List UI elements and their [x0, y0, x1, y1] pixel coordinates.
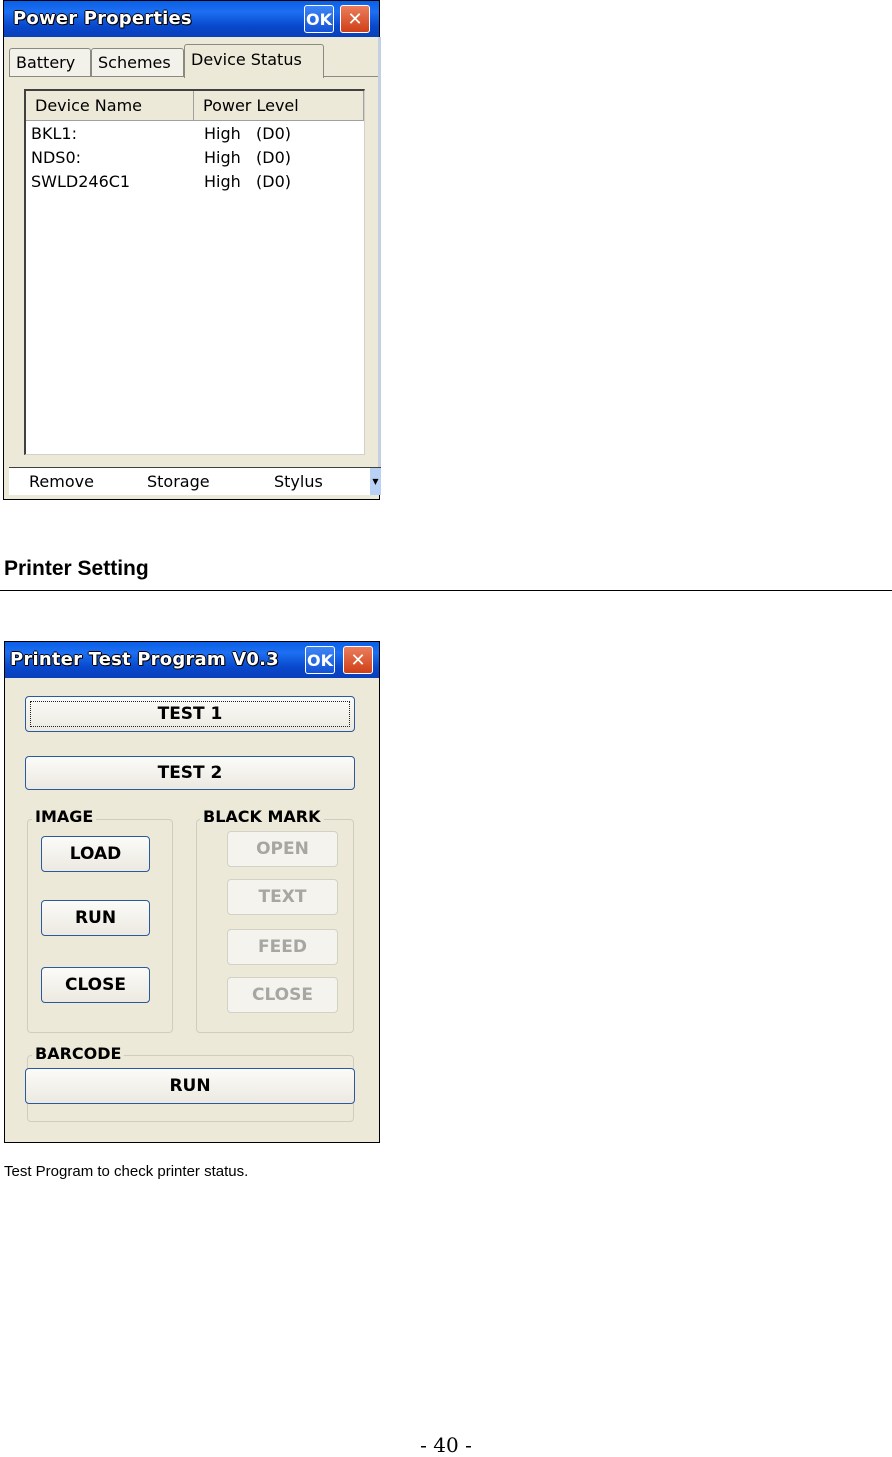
column-header-device-name[interactable]: Device Name [26, 91, 194, 120]
power-level: High (D0) [204, 124, 292, 143]
heading-divider [0, 590, 892, 591]
page-number: - 40 - [420, 1433, 472, 1457]
printer-test-window: Printer Test Program V0.3 OK ✕ TEST 1 TE… [4, 641, 380, 1143]
tab-label: Schemes [98, 53, 171, 72]
black-mark-open-button[interactable]: OPEN [227, 831, 338, 867]
black-mark-feed-button[interactable]: FEED [227, 929, 338, 965]
black-mark-text-button[interactable]: TEXT [227, 879, 338, 915]
ok-button[interactable]: OK [304, 5, 334, 33]
tab-battery[interactable]: Battery [9, 48, 91, 76]
window-title: Power Properties [13, 8, 192, 29]
device-name: SWLD246C1 [31, 172, 131, 191]
button-label: RUN [74, 908, 117, 928]
tab-remove[interactable]: Remove [29, 472, 94, 491]
test2-button[interactable]: TEST 2 [25, 756, 355, 790]
tab-label: Battery [16, 53, 76, 72]
window-title: Printer Test Program V0.3 [10, 649, 279, 670]
device-name: NDS0: [31, 148, 82, 167]
list-header: Device Name Power Level [26, 91, 364, 121]
bottom-tab-strip: Remove Storage Stylus ▼ [9, 467, 381, 495]
device-name: BKL1: [31, 124, 77, 143]
close-icon[interactable]: ✕ [340, 5, 370, 33]
ok-button[interactable]: OK [305, 646, 335, 674]
button-label: FEED [258, 937, 307, 957]
tab-device-status[interactable]: Device Status [184, 44, 324, 78]
button-label: CLOSE [251, 985, 313, 1005]
black-mark-close-button[interactable]: CLOSE [227, 977, 338, 1013]
figure-caption: Test Program to check printer status. [4, 1163, 249, 1180]
button-label: RUN [169, 1076, 211, 1096]
power-level: High (D0) [204, 148, 292, 167]
section-heading: Printer Setting [4, 557, 149, 580]
tab-stylus[interactable]: Stylus [274, 472, 323, 491]
window-edge-scrollbar [378, 37, 381, 467]
power-properties-window: Power Properties OK ✕ Battery Schemes De… [3, 0, 381, 500]
tab-label: Device Status [191, 50, 302, 69]
printer-test-titlebar: Printer Test Program V0.3 OK ✕ [5, 642, 379, 678]
button-label: LOAD [69, 844, 122, 864]
power-level: High (D0) [204, 172, 292, 191]
image-load-button[interactable]: LOAD [41, 836, 150, 872]
image-run-button[interactable]: RUN [41, 900, 150, 936]
button-label: TEST 2 [157, 763, 223, 783]
image-close-button[interactable]: CLOSE [41, 967, 150, 1003]
test1-button[interactable]: TEST 1 [25, 696, 355, 732]
device-list[interactable]: Device Name Power Level BKL1: High (D0) … [24, 89, 365, 455]
column-header-power-level[interactable]: Power Level [194, 91, 364, 120]
black-mark-group-label: BLACK MARK [200, 807, 324, 826]
barcode-run-button[interactable]: RUN [25, 1068, 355, 1104]
button-label: TEXT [258, 887, 307, 907]
button-label: TEST 1 [157, 704, 223, 724]
chevron-down-icon[interactable]: ▼ [370, 468, 381, 495]
power-properties-titlebar: Power Properties OK ✕ [4, 1, 379, 37]
button-label: CLOSE [64, 975, 126, 995]
image-group-label: IMAGE [32, 807, 97, 826]
button-label: OPEN [256, 839, 309, 859]
barcode-group-label: BARCODE [32, 1044, 125, 1063]
tab-schemes[interactable]: Schemes [91, 48, 184, 76]
tab-storage[interactable]: Storage [147, 472, 210, 491]
close-icon[interactable]: ✕ [343, 646, 373, 674]
